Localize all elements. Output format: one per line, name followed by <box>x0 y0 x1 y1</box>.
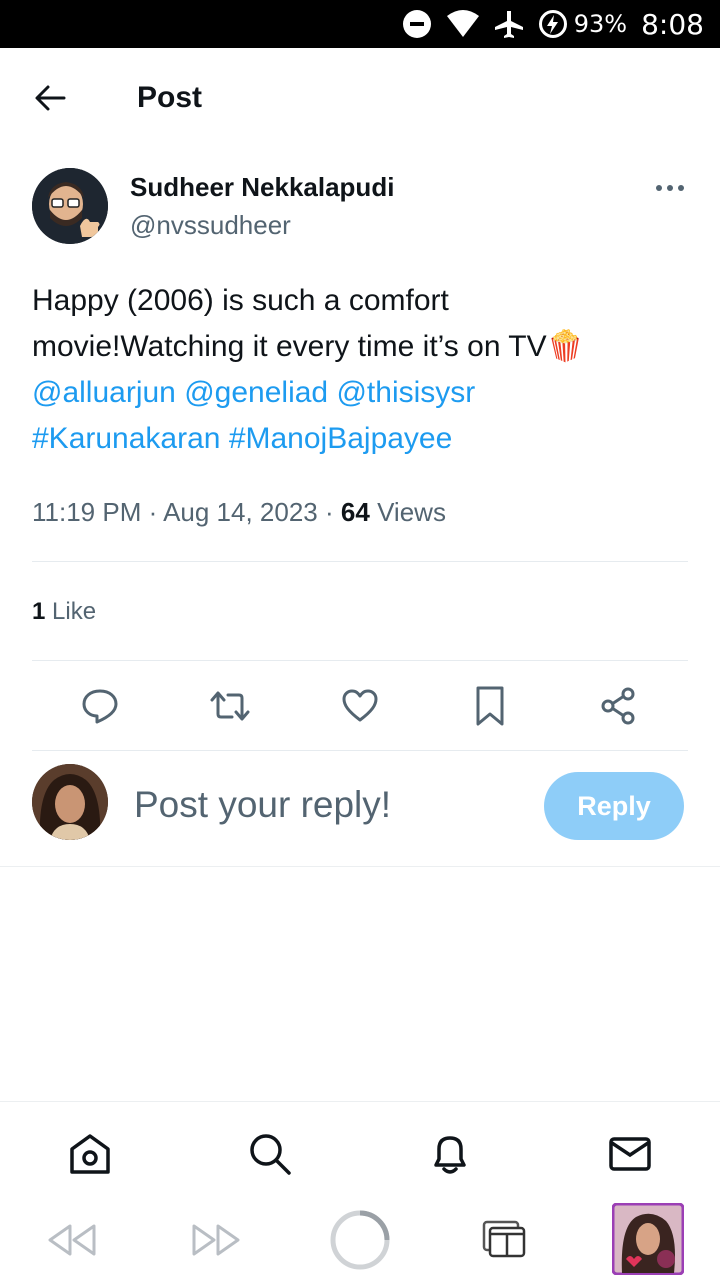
share-action-button[interactable] <box>596 684 640 728</box>
likes-stat[interactable]: 1 Like <box>32 594 96 630</box>
author-handle[interactable]: @nvssudheer <box>130 208 291 242</box>
back-button[interactable] <box>30 78 70 118</box>
envelope-icon <box>609 1137 651 1171</box>
rewind-icon <box>48 1224 96 1256</box>
post-text: Happy (2006) is such a comfort movie!Wat… <box>32 278 682 462</box>
nav-notifications[interactable] <box>426 1130 474 1178</box>
mention-link[interactable]: @thisisysr <box>336 376 475 409</box>
post-text-line: Happy (2006) is such a comfort <box>32 284 449 317</box>
views-stat[interactable]: 64 Views <box>341 497 446 527</box>
views-count: 64 <box>340 497 370 527</box>
wifi-icon <box>446 10 480 38</box>
bottom-nav <box>0 1102 720 1202</box>
search-icon <box>250 1134 291 1175</box>
fast-forward-button[interactable] <box>188 1208 244 1272</box>
nav-search[interactable] <box>246 1130 294 1178</box>
post-text-segment: movie!Watching it every time it’s on TV <box>32 330 547 363</box>
divider <box>32 750 688 751</box>
divider <box>0 866 720 867</box>
author-avatar[interactable] <box>32 168 108 244</box>
home-icon <box>70 1134 110 1174</box>
spinner-icon <box>330 1210 390 1270</box>
bell-icon <box>434 1136 466 1174</box>
likes-label: Like <box>52 598 97 625</box>
airplane-mode-icon <box>494 9 524 39</box>
mentions-line: @alluarjun @geneliad @thisisysr <box>32 370 682 416</box>
bookmark-action-button[interactable] <box>468 684 512 728</box>
reply-input[interactable]: Post your reply! <box>134 780 391 830</box>
views-label: Views <box>377 497 446 527</box>
tabs-button[interactable] <box>478 1208 530 1272</box>
repost-action-button[interactable] <box>208 684 252 728</box>
comment-icon <box>82 689 118 724</box>
post-actions <box>0 684 720 728</box>
clock: 8:08 <box>641 7 704 41</box>
likes-count: 1 <box>32 598 46 625</box>
hashtags-line: #Karunakaran #ManojBajpayee <box>32 416 682 462</box>
fast-forward-icon <box>192 1224 240 1256</box>
divider <box>32 561 688 562</box>
current-user-avatar <box>32 764 108 840</box>
tabs-icon <box>482 1220 526 1258</box>
status-bar: 93% 8:08 <box>0 0 720 48</box>
separator: · <box>148 497 158 527</box>
rewind-button[interactable] <box>44 1208 100 1272</box>
author-name[interactable]: Sudheer Nekkalapudi <box>130 170 394 204</box>
mention-link[interactable]: @alluarjun <box>32 376 176 409</box>
popcorn-emoji: 🍿 <box>546 330 584 363</box>
divider <box>32 660 688 661</box>
more-options-button[interactable] <box>652 176 688 200</box>
post-date: Aug 14, 2023 <box>163 497 318 527</box>
post-meta: 11:19 PM · Aug 14, 2023 · 64 Views <box>32 492 446 532</box>
nav-messages[interactable] <box>606 1130 654 1178</box>
post-text-line: movie!Watching it every time it’s on TV🍿 <box>32 324 682 370</box>
post-time: 11:19 PM <box>32 497 142 527</box>
loading-spinner <box>328 1208 392 1272</box>
mention-link[interactable]: @geneliad <box>184 376 328 409</box>
system-toolbar <box>0 1200 720 1280</box>
top-app-bar: Post <box>0 48 720 144</box>
nav-home[interactable] <box>66 1130 114 1178</box>
do-not-disturb-icon <box>402 9 432 39</box>
hashtag-link[interactable]: #Karunakaran <box>32 422 220 455</box>
profile-thumbnail-image <box>612 1203 684 1275</box>
more-horizontal-icon <box>656 185 684 191</box>
bookmark-icon <box>476 686 504 726</box>
like-action-button[interactable] <box>338 684 382 728</box>
hashtag-link[interactable]: #ManojBajpayee <box>229 422 453 455</box>
arrow-left-icon <box>35 85 66 111</box>
page-title: Post <box>137 81 203 114</box>
profile-thumbnail[interactable] <box>612 1203 684 1275</box>
repost-icon <box>210 691 250 721</box>
battery-charging-icon <box>538 9 568 39</box>
battery-percentage: 93% <box>573 10 628 38</box>
separator: · <box>325 497 334 527</box>
reply-action-button[interactable] <box>78 684 122 728</box>
heart-icon <box>342 689 378 722</box>
share-icon <box>601 687 635 725</box>
reply-button[interactable]: Reply <box>544 772 684 840</box>
